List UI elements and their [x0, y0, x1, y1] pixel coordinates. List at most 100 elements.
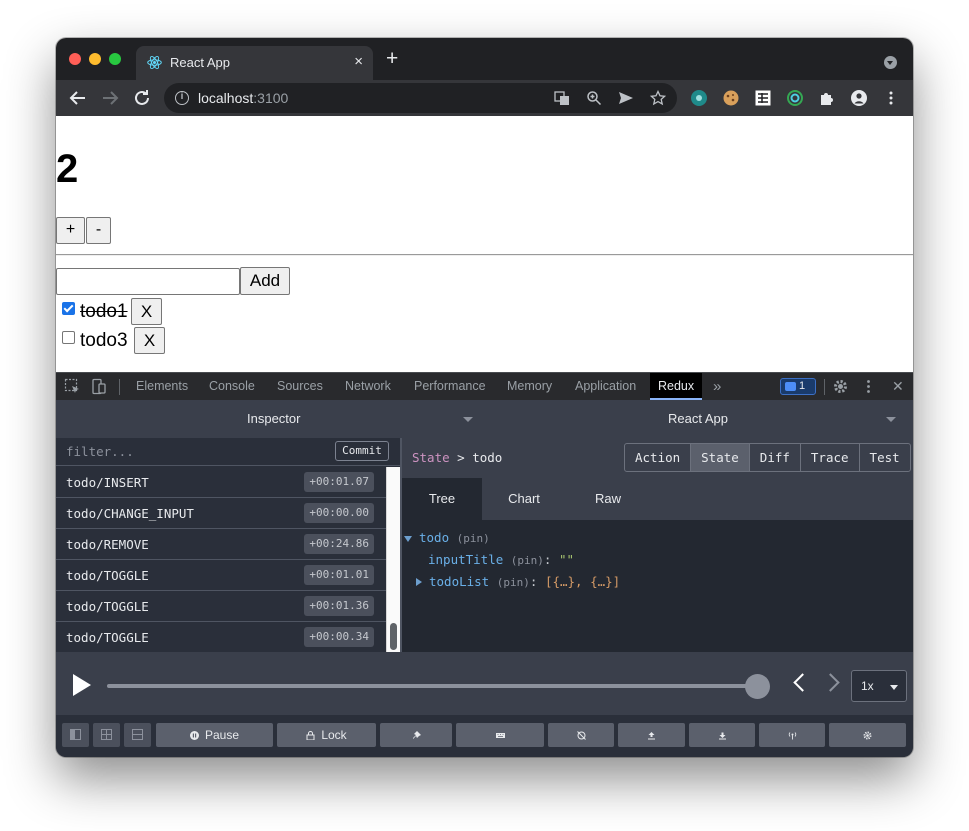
instance-select[interactable]: React App: [668, 411, 728, 426]
slider-thumb[interactable]: [745, 674, 770, 699]
expanded-arrow-icon[interactable]: [404, 536, 412, 542]
chevron-down-icon[interactable]: [886, 417, 896, 422]
tab-state[interactable]: State: [691, 444, 750, 471]
todo-input[interactable]: [56, 268, 240, 295]
tab-memory[interactable]: Memory: [507, 373, 552, 400]
tab-application[interactable]: Application: [575, 373, 636, 400]
breadcrumb: State > todo: [412, 450, 503, 465]
action-item[interactable]: todo/TOGGLE +00:00.34: [56, 622, 386, 652]
chevron-down-icon[interactable]: [463, 417, 473, 422]
redux-devtools: Inspector React App filter... Commit tod…: [56, 400, 913, 757]
redux-bottom-toolbar: Pause Lock: [56, 715, 913, 757]
layout-right-button[interactable]: [124, 723, 151, 747]
action-list-scrollbar[interactable]: [386, 467, 400, 652]
action-item[interactable]: todo/CHANGE_INPUT +00:00.00: [56, 498, 386, 529]
reload-icon: [135, 90, 149, 105]
pin-icon: [412, 731, 421, 739]
devtools-menu-icon[interactable]: [860, 378, 877, 395]
filter-input[interactable]: filter...: [66, 444, 134, 459]
decrement-button[interactable]: -: [86, 217, 111, 244]
inspect-element-icon[interactable]: [64, 378, 81, 395]
tab-raw[interactable]: Raw: [566, 478, 650, 520]
devtools-close-icon[interactable]: ✕: [892, 373, 904, 400]
commit-button[interactable]: Commit: [335, 441, 389, 461]
reload-button[interactable]: [130, 86, 154, 110]
window-maximize-button[interactable]: [109, 53, 121, 65]
tab-console[interactable]: Console: [209, 373, 255, 400]
new-tab-button[interactable]: +: [386, 48, 398, 69]
pin-button[interactable]: [380, 723, 452, 747]
playback-speed-select[interactable]: 1x: [851, 670, 907, 702]
action-item[interactable]: todo/TOGGLE +00:01.36: [56, 591, 386, 622]
extensions-puzzle-icon[interactable]: [819, 90, 835, 106]
play-button[interactable]: [73, 674, 91, 696]
action-item[interactable]: todo/REMOVE +00:24.86: [56, 529, 386, 560]
tab-search-icon[interactable]: [884, 56, 897, 69]
slider-track[interactable]: [107, 684, 759, 688]
profile-avatar-icon[interactable]: [851, 90, 867, 106]
layout-grid-button[interactable]: [93, 723, 120, 747]
tree-node-todolist[interactable]: todoList (pin): [{…}, {…}]: [416, 574, 620, 589]
forward-button[interactable]: [98, 86, 122, 110]
persist-button[interactable]: [548, 723, 614, 747]
step-back-button[interactable]: [793, 673, 812, 692]
site-info-icon[interactable]: [175, 91, 189, 105]
increment-button[interactable]: +: [56, 217, 85, 244]
more-tabs-icon[interactable]: »: [713, 373, 721, 400]
settings-gear-icon[interactable]: [832, 378, 849, 395]
layout-left-button[interactable]: [62, 723, 89, 747]
extension-teal-icon[interactable]: [691, 90, 707, 106]
tab-close-icon[interactable]: ×: [354, 53, 363, 70]
tab-action[interactable]: Action: [625, 444, 692, 471]
scrollbar-thumb[interactable]: [390, 623, 397, 650]
address-bar[interactable]: localhost:3100: [164, 83, 677, 113]
action-item[interactable]: todo/INSERT +00:01.07: [56, 467, 386, 498]
todo-checkbox[interactable]: [62, 331, 75, 344]
keyboard-button[interactable]: [456, 723, 544, 747]
browser-tab[interactable]: React App ×: [136, 46, 373, 80]
action-time: +00:01.07: [304, 472, 374, 492]
tab-tree[interactable]: Tree: [402, 478, 482, 520]
bookmark-star-icon[interactable]: [650, 90, 666, 106]
cookie-icon[interactable]: [723, 90, 739, 106]
issues-badge[interactable]: 1: [780, 378, 816, 395]
tab-redux[interactable]: Redux: [650, 373, 703, 400]
device-toolbar-icon[interactable]: [90, 378, 107, 395]
export-button[interactable]: [618, 723, 685, 747]
tab-trace[interactable]: Trace: [801, 444, 860, 471]
step-forward-button[interactable]: [821, 673, 840, 692]
tab-performance[interactable]: Performance: [414, 373, 486, 400]
window-minimize-button[interactable]: [89, 53, 101, 65]
remote-button[interactable]: [759, 723, 825, 747]
redux-settings-button[interactable]: [829, 723, 906, 747]
import-button[interactable]: [689, 723, 755, 747]
table-extension-icon[interactable]: [755, 90, 771, 106]
tab-test[interactable]: Test: [860, 444, 910, 471]
tree-node-todo[interactable]: todo (pin): [404, 530, 490, 545]
time-travel-slider: 1x: [56, 652, 913, 715]
collapsed-arrow-icon[interactable]: [416, 578, 422, 586]
todo-checkbox[interactable]: [62, 302, 75, 315]
back-button[interactable]: [66, 86, 90, 110]
view-tabs: Action State Diff Trace Test: [624, 443, 911, 472]
tab-diff[interactable]: Diff: [750, 444, 801, 471]
window-close-button[interactable]: [69, 53, 81, 65]
zoom-icon[interactable]: [586, 90, 602, 106]
tab-elements[interactable]: Elements: [136, 373, 188, 400]
send-icon[interactable]: [618, 90, 634, 106]
translate-icon[interactable]: [554, 90, 570, 106]
lock-button[interactable]: Lock: [277, 723, 376, 747]
remove-todo-button[interactable]: X: [131, 298, 162, 325]
monitor-select[interactable]: Inspector: [247, 411, 300, 426]
tab-chart[interactable]: Chart: [482, 478, 566, 520]
target-extension-icon[interactable]: [787, 90, 803, 106]
add-button[interactable]: Add: [240, 267, 290, 295]
tab-network[interactable]: Network: [345, 373, 391, 400]
upload-icon: [648, 732, 655, 740]
pause-button[interactable]: Pause: [156, 723, 273, 747]
remove-todo-button[interactable]: X: [134, 327, 165, 354]
action-item[interactable]: todo/TOGGLE +00:01.01: [56, 560, 386, 591]
tab-sources[interactable]: Sources: [277, 373, 323, 400]
state-view-tabs: Tree Chart Raw: [402, 478, 913, 520]
browser-menu-icon[interactable]: [883, 90, 899, 106]
